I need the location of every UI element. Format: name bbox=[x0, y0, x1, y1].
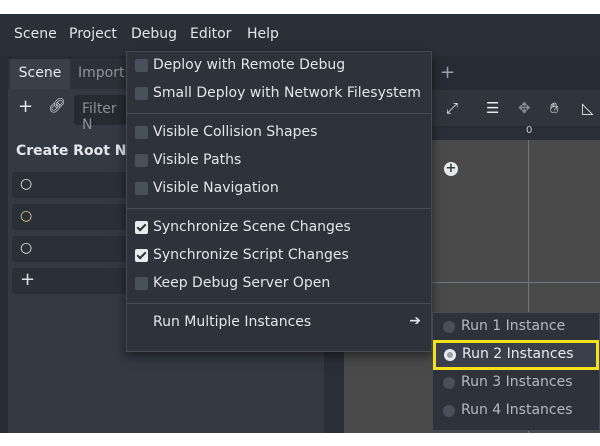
menu-item-label: Small Deploy with Network Filesystem bbox=[153, 85, 421, 101]
pan-hand-icon[interactable]: ✋︎ bbox=[550, 99, 559, 117]
node2d-icon: ○ bbox=[20, 176, 33, 192]
radio-button[interactable] bbox=[443, 405, 455, 417]
menu-item-small-deploy[interactable]: Small Deploy with Network Filesystem bbox=[127, 80, 431, 108]
plus-icon: + bbox=[20, 269, 36, 290]
menu-item-visible-navigation[interactable]: Visible Navigation bbox=[127, 175, 431, 203]
checkbox[interactable] bbox=[135, 126, 148, 139]
menu-item-label: Synchronize Script Changes bbox=[153, 247, 349, 263]
instances-submenu: Run 1 Instance Run 2 Instances Run 3 Ins… bbox=[432, 312, 600, 431]
debug-menu-popup: Deploy with Remote Debug Small Deploy wi… bbox=[126, 51, 432, 352]
menu-debug[interactable]: Debug bbox=[131, 26, 177, 42]
checkbox[interactable] bbox=[135, 277, 148, 290]
origin-marker-icon: + bbox=[444, 161, 458, 176]
add-tab-icon[interactable]: + bbox=[440, 62, 455, 83]
menu-item-label: Visible Navigation bbox=[153, 180, 279, 196]
radio-button-selected[interactable] bbox=[444, 349, 456, 361]
viewport-toolbar: ⤢ ☰ ✥ ✋︎ ◺ bbox=[432, 90, 600, 126]
checkbox[interactable] bbox=[135, 182, 148, 195]
submenu-item-run-4[interactable]: Run 4 Instances bbox=[433, 397, 599, 425]
add-node-icon[interactable]: + bbox=[18, 96, 33, 117]
submenu-item-label: Run 3 Instances bbox=[461, 374, 573, 390]
submenu-item-run-2[interactable]: Run 2 Instances bbox=[433, 340, 599, 370]
menu-separator bbox=[127, 208, 431, 209]
radio-button[interactable] bbox=[443, 321, 455, 333]
menu-help[interactable]: Help bbox=[247, 26, 279, 42]
checkbox[interactable] bbox=[135, 59, 148, 72]
radio-button[interactable] bbox=[443, 377, 455, 389]
menu-item-keep-debug-server-open[interactable]: Keep Debug Server Open bbox=[127, 270, 431, 298]
menu-item-deploy-remote-debug[interactable]: Deploy with Remote Debug bbox=[127, 52, 431, 80]
filter-input[interactable]: Filter N bbox=[74, 95, 134, 133]
ruler-zero-label: 0 bbox=[526, 125, 533, 136]
submenu-arrow-icon: ➔ bbox=[409, 313, 421, 329]
menu-item-label: Visible Paths bbox=[153, 152, 242, 168]
list-select-icon[interactable]: ☰ bbox=[486, 99, 499, 117]
control-icon: ○ bbox=[20, 240, 33, 256]
ruler-icon[interactable]: ◺ bbox=[582, 99, 594, 117]
menu-item-sync-script-changes[interactable]: Synchronize Script Changes bbox=[127, 242, 431, 270]
submenu-item-run-1[interactable]: Run 1 Instance bbox=[433, 313, 599, 341]
submenu-item-label: Run 4 Instances bbox=[461, 402, 573, 418]
root-node-3d-button[interactable]: ○ bbox=[12, 204, 130, 230]
move-icon[interactable]: ✥ bbox=[518, 99, 531, 117]
menu-project[interactable]: Project bbox=[69, 26, 117, 42]
checkbox[interactable] bbox=[135, 154, 148, 167]
menu-separator bbox=[127, 113, 431, 114]
submenu-item-label: Run 2 Instances bbox=[462, 346, 574, 362]
menu-item-sync-scene-changes[interactable]: Synchronize Scene Changes bbox=[127, 214, 431, 242]
tab-scene[interactable]: Scene bbox=[10, 59, 70, 89]
menu-item-run-multiple-instances[interactable]: Run Multiple Instances ➔ bbox=[127, 309, 431, 337]
menu-item-visible-collision-shapes[interactable]: Visible Collision Shapes bbox=[127, 119, 431, 147]
menu-item-label: Run Multiple Instances bbox=[153, 314, 312, 330]
menu-editor[interactable]: Editor bbox=[190, 26, 231, 42]
menu-item-visible-paths[interactable]: Visible Paths bbox=[127, 147, 431, 175]
menu-bar: Scene Project Debug Editor Help bbox=[0, 14, 600, 56]
expand-icon[interactable]: ⤢ bbox=[446, 99, 458, 117]
menu-separator bbox=[127, 303, 431, 304]
menu-item-label: Deploy with Remote Debug bbox=[153, 57, 346, 73]
checkbox[interactable] bbox=[135, 87, 148, 100]
checkbox-checked[interactable] bbox=[135, 221, 148, 234]
submenu-item-run-3[interactable]: Run 3 Instances bbox=[433, 369, 599, 397]
root-node-ui-button[interactable]: ○ bbox=[12, 236, 130, 262]
menu-item-label: Keep Debug Server Open bbox=[153, 275, 331, 291]
horizontal-ruler bbox=[432, 128, 600, 140]
other-node-button[interactable]: + bbox=[12, 268, 130, 294]
node3d-icon: ○ bbox=[20, 208, 33, 224]
link-icon[interactable]: 🔗︎ bbox=[48, 98, 66, 114]
menu-item-label: Visible Collision Shapes bbox=[153, 124, 318, 140]
submenu-item-label: Run 1 Instance bbox=[461, 318, 566, 334]
editor-window: Scene Project Debug Editor Help Scene Im… bbox=[0, 14, 600, 433]
root-node-2d-button[interactable]: ○ bbox=[12, 172, 130, 198]
menu-item-label: Synchronize Scene Changes bbox=[153, 219, 351, 235]
checkbox-checked[interactable] bbox=[135, 249, 148, 262]
tab-import[interactable]: Import bbox=[78, 59, 124, 89]
menu-scene[interactable]: Scene bbox=[14, 26, 57, 42]
